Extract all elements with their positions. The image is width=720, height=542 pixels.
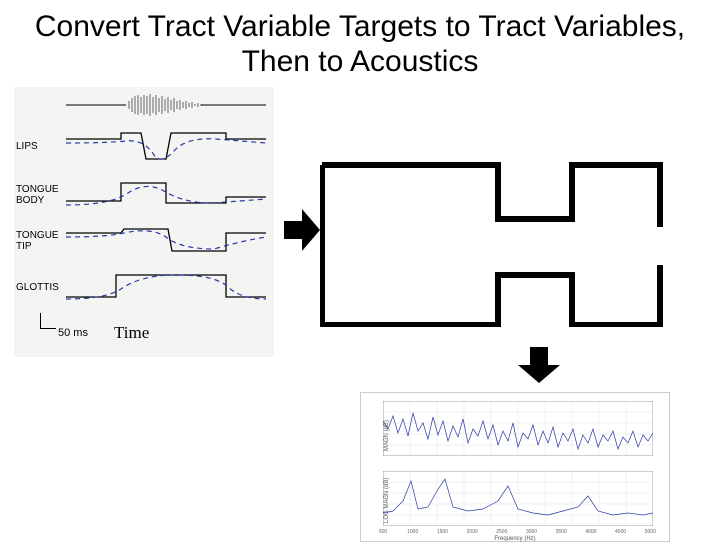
xtick: 5000 bbox=[645, 529, 656, 535]
page-title: Convert Tract Variable Targets to Tract … bbox=[0, 0, 720, 79]
row-label-glottis: GLOTTIS bbox=[16, 283, 64, 294]
glottis-trace bbox=[66, 265, 266, 309]
spectrum-plot-bottom: LOG MAGN (dB) bbox=[383, 471, 653, 526]
acoustic-spectra-panel: MAGN (dB) LOG MAGN (dB) bbox=[360, 392, 670, 542]
xtick: 500 bbox=[379, 529, 387, 535]
arrow-down-icon bbox=[516, 345, 562, 385]
xtick: 2000 bbox=[467, 529, 478, 535]
spectrum-plot-top: MAGN (dB) bbox=[383, 401, 653, 456]
row-label-lips: LIPS bbox=[16, 142, 64, 153]
time-axis-label: Time bbox=[114, 323, 149, 343]
row-label-tongue-body: TONGUE BODY bbox=[16, 185, 64, 206]
xtick: 1500 bbox=[437, 529, 448, 535]
scale-bracket bbox=[40, 313, 56, 329]
xtick: 3000 bbox=[526, 529, 537, 535]
lips-trace bbox=[66, 125, 266, 169]
row-label-tongue-tip: TONGUE TIP bbox=[16, 231, 64, 252]
xtick: 1000 bbox=[407, 529, 418, 535]
xtick: 3500 bbox=[556, 529, 567, 535]
xtick: 4500 bbox=[615, 529, 626, 535]
arrow-right-icon bbox=[282, 207, 322, 253]
diagram-content: LIPS TONGUE BODY TONGUE TIP GLOTTIS 50 m… bbox=[0, 87, 720, 527]
vocal-tract-tube-model bbox=[320, 127, 665, 327]
tongue-tip-trace bbox=[66, 219, 266, 263]
tongue-body-trace bbox=[66, 173, 266, 217]
waveform-trace bbox=[66, 93, 266, 117]
spec-xlabel: Frequency (Hz) bbox=[361, 536, 669, 542]
tract-traces-panel: LIPS TONGUE BODY TONGUE TIP GLOTTIS 50 m… bbox=[14, 87, 274, 357]
xtick: 2500 bbox=[496, 529, 507, 535]
scale-label: 50 ms bbox=[58, 327, 88, 339]
xtick: 4000 bbox=[585, 529, 596, 535]
